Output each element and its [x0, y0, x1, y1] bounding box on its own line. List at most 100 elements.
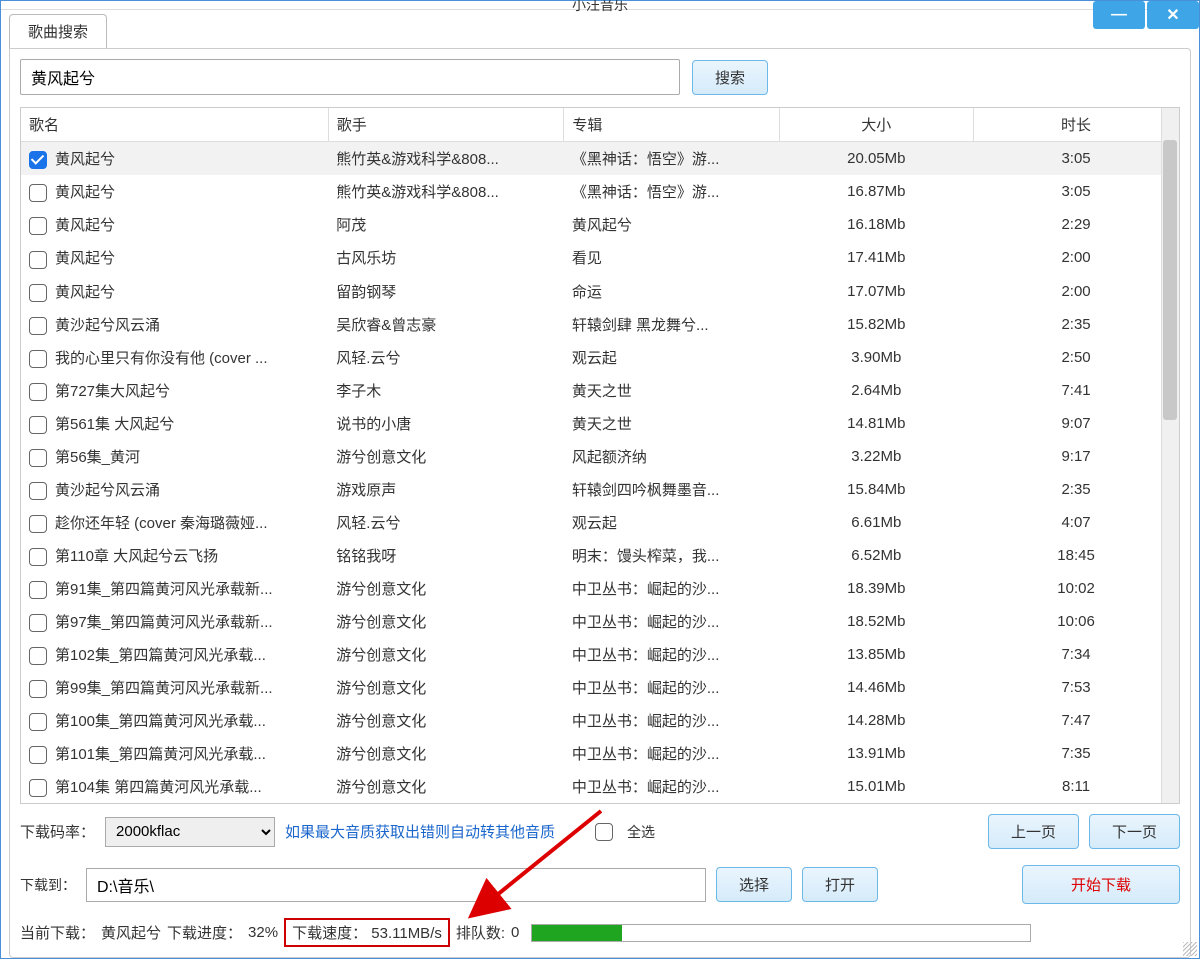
- status-row: 当前下载： 黄风起兮 下载进度： 32% 下载速度： 53.11MB/s 排队数…: [20, 918, 1180, 947]
- table-row[interactable]: 黄风起兮留韵钢琴命运17.07Mb2:00: [21, 275, 1179, 308]
- artist-cell: 游兮创意文化: [328, 770, 564, 803]
- col-size[interactable]: 大小: [779, 108, 974, 142]
- bitrate-select[interactable]: 2000kflac: [105, 817, 275, 847]
- row-checkbox[interactable]: [29, 680, 47, 698]
- progress-value: 32%: [248, 924, 278, 941]
- tab-search[interactable]: 歌曲搜索: [9, 14, 107, 48]
- start-download-button[interactable]: 开始下载: [1022, 865, 1180, 904]
- table-row[interactable]: 第91集_第四篇黄河风光承载新...游兮创意文化中卫丛书：崛起的沙...18.3…: [21, 572, 1179, 605]
- table-row[interactable]: 第97集_第四篇黄河风光承载新...游兮创意文化中卫丛书：崛起的沙...18.5…: [21, 605, 1179, 638]
- resize-grip-icon[interactable]: [1183, 942, 1197, 956]
- table-row[interactable]: 第99集_第四篇黄河风光承载新...游兮创意文化中卫丛书：崛起的沙...14.4…: [21, 671, 1179, 704]
- row-checkbox[interactable]: [29, 251, 47, 269]
- row-checkbox[interactable]: [29, 713, 47, 731]
- artist-cell: 熊竹英&游戏科学&808...: [328, 142, 564, 176]
- scrollbar-thumb[interactable]: [1163, 140, 1177, 420]
- table-row[interactable]: 第104集 第四篇黄河风光承载...游兮创意文化中卫丛书：崛起的沙...15.0…: [21, 770, 1179, 803]
- table-row[interactable]: 第100集_第四篇黄河风光承载...游兮创意文化中卫丛书：崛起的沙...14.2…: [21, 704, 1179, 737]
- download-to-label: 下载到：: [20, 875, 76, 895]
- table-row[interactable]: 趁你还年轻 (cover 秦海璐薇娅...风轻.云兮观云起6.61Mb4:07: [21, 506, 1179, 539]
- row-checkbox[interactable]: [29, 350, 47, 368]
- scrollbar[interactable]: [1161, 108, 1179, 803]
- row-checkbox[interactable]: [29, 515, 47, 533]
- row-checkbox[interactable]: [29, 548, 47, 566]
- table-row[interactable]: 黄风起兮熊竹英&游戏科学&808...《黑神话：悟空》游...20.05Mb3:…: [21, 142, 1179, 176]
- song-name: 黄风起兮: [55, 184, 115, 201]
- table-row[interactable]: 第110章 大风起兮云飞扬铭铭我呀明末：馒头榨菜，我...6.52Mb18:45: [21, 539, 1179, 572]
- song-name: 第561集 大风起兮: [55, 416, 174, 433]
- row-checkbox[interactable]: [29, 647, 47, 665]
- window-title: 小汪音乐: [572, 0, 628, 15]
- table-row[interactable]: 第101集_第四篇黄河风光承载...游兮创意文化中卫丛书：崛起的沙...13.9…: [21, 737, 1179, 770]
- window-controls: — ✕: [1091, 1, 1199, 29]
- size-cell: 3.90Mb: [779, 341, 974, 374]
- duration-cell: 2:00: [974, 241, 1179, 274]
- size-cell: 18.39Mb: [779, 572, 974, 605]
- row-checkbox[interactable]: [29, 284, 47, 302]
- duration-cell: 2:00: [974, 275, 1179, 308]
- artist-cell: 游兮创意文化: [328, 671, 564, 704]
- table-row[interactable]: 黄风起兮阿茂黄风起兮16.18Mb2:29: [21, 208, 1179, 241]
- table-row[interactable]: 第727集大风起兮李子木黄天之世2.64Mb7:41: [21, 374, 1179, 407]
- duration-cell: 4:07: [974, 506, 1179, 539]
- size-cell: 14.28Mb: [779, 704, 974, 737]
- row-checkbox[interactable]: [29, 184, 47, 202]
- album-cell: 中卫丛书：崛起的沙...: [564, 605, 779, 638]
- song-name: 黄沙起兮风云涌: [55, 317, 160, 334]
- row-checkbox[interactable]: [29, 746, 47, 764]
- row-checkbox[interactable]: [29, 449, 47, 467]
- row-checkbox[interactable]: [29, 217, 47, 235]
- album-cell: 命运: [564, 275, 779, 308]
- open-folder-button[interactable]: 打开: [802, 867, 878, 902]
- row-checkbox[interactable]: [29, 581, 47, 599]
- table-row[interactable]: 黄风起兮熊竹英&游戏科学&808...《黑神话：悟空》游...16.87Mb3:…: [21, 175, 1179, 208]
- table-row[interactable]: 黄沙起兮风云涌吴欣睿&曾志豪轩辕剑肆 黑龙舞兮...15.82Mb2:35: [21, 308, 1179, 341]
- choose-path-button[interactable]: 选择: [716, 867, 792, 902]
- row-checkbox[interactable]: [29, 416, 47, 434]
- size-cell: 17.07Mb: [779, 275, 974, 308]
- song-name: 第101集_第四篇黄河风光承载...: [55, 746, 266, 763]
- song-name: 黄风起兮: [55, 151, 115, 168]
- select-all-checkbox[interactable]: [595, 823, 613, 841]
- album-cell: 观云起: [564, 341, 779, 374]
- bitrate-label: 下载码率：: [20, 821, 95, 842]
- table-row[interactable]: 黄风起兮古风乐坊看见17.41Mb2:00: [21, 241, 1179, 274]
- col-duration[interactable]: 时长: [974, 108, 1179, 142]
- row-checkbox[interactable]: [29, 317, 47, 335]
- search-input[interactable]: [20, 59, 680, 95]
- row-checkbox[interactable]: [29, 151, 47, 169]
- bitrate-row: 下载码率： 2000kflac 如果最大音质获取出错则自动转其他音质 全选 上一…: [20, 814, 1180, 849]
- col-artist[interactable]: 歌手: [328, 108, 564, 142]
- table-row[interactable]: 第56集_黄河游兮创意文化风起额济纳3.22Mb9:17: [21, 440, 1179, 473]
- album-cell: 黄天之世: [564, 407, 779, 440]
- song-name: 第91集_第四篇黄河风光承载新...: [55, 581, 273, 598]
- row-checkbox[interactable]: [29, 779, 47, 797]
- minimize-button[interactable]: —: [1093, 1, 1145, 29]
- close-button[interactable]: ✕: [1147, 1, 1199, 29]
- size-cell: 15.01Mb: [779, 770, 974, 803]
- album-cell: 中卫丛书：崛起的沙...: [564, 572, 779, 605]
- search-row: 搜索: [20, 59, 1180, 95]
- col-album[interactable]: 专辑: [564, 108, 779, 142]
- artist-cell: 吴欣睿&曾志豪: [328, 308, 564, 341]
- album-cell: 轩辕剑肆 黑龙舞兮...: [564, 308, 779, 341]
- artist-cell: 游兮创意文化: [328, 638, 564, 671]
- table-row[interactable]: 我的心里只有你没有他 (cover ...风轻.云兮观云起3.90Mb2:50: [21, 341, 1179, 374]
- progress-bar: [531, 924, 1031, 942]
- duration-cell: 2:35: [974, 473, 1179, 506]
- table-row[interactable]: 第102集_第四篇黄河风光承载...游兮创意文化中卫丛书：崛起的沙...13.8…: [21, 638, 1179, 671]
- artist-cell: 熊竹英&游戏科学&808...: [328, 175, 564, 208]
- artist-cell: 留韵钢琴: [328, 275, 564, 308]
- app-window: 小汪音乐 — ✕ 歌曲搜索 搜索 歌名 歌手 专辑 大小 时长: [0, 0, 1200, 959]
- table-row[interactable]: 黄沙起兮风云涌游戏原声轩辕剑四吟枫舞墨音...15.84Mb2:35: [21, 473, 1179, 506]
- col-name[interactable]: 歌名: [21, 108, 328, 142]
- row-checkbox[interactable]: [29, 383, 47, 401]
- search-button[interactable]: 搜索: [692, 60, 768, 95]
- size-cell: 18.52Mb: [779, 605, 974, 638]
- table-row[interactable]: 第561集 大风起兮说书的小唐黄天之世14.81Mb9:07: [21, 407, 1179, 440]
- prev-page-button[interactable]: 上一页: [988, 814, 1079, 849]
- download-path-input[interactable]: [86, 868, 706, 902]
- next-page-button[interactable]: 下一页: [1089, 814, 1180, 849]
- row-checkbox[interactable]: [29, 614, 47, 632]
- row-checkbox[interactable]: [29, 482, 47, 500]
